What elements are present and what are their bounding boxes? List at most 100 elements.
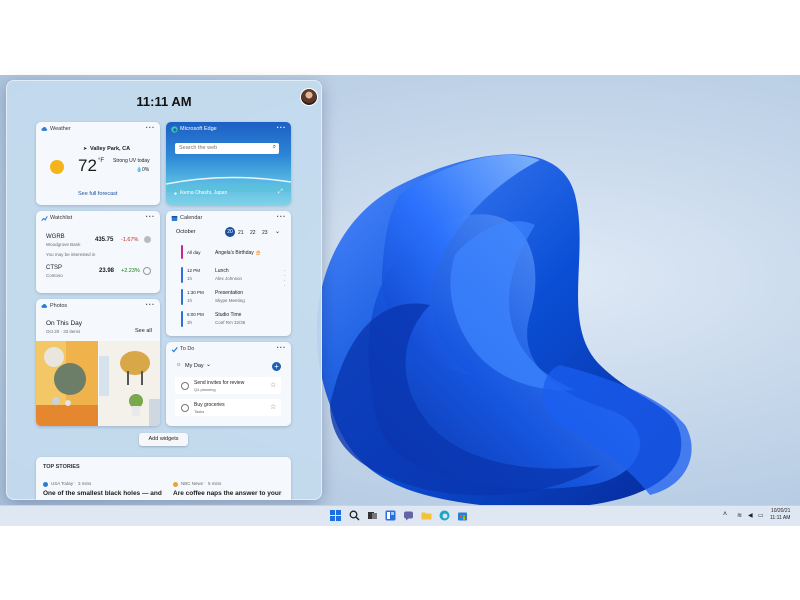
stock-change: -1.67% bbox=[121, 237, 139, 243]
weather-card[interactable]: Weather ··· ➤ Valley Park, CA 72 °F Stro… bbox=[36, 122, 160, 205]
edge-search-input[interactable]: Search the web bbox=[179, 145, 217, 151]
watchlist-note: You may be interested in bbox=[46, 252, 96, 257]
calendar-more-button[interactable]: ··· bbox=[277, 212, 287, 221]
top-stories-card[interactable]: TOP STORIES USA Today · 3 mins One of th… bbox=[36, 457, 291, 500]
taskbar-clock[interactable]: 10/20/21 11:11 AM bbox=[770, 508, 790, 522]
task-subtitle: Tasks bbox=[194, 409, 205, 414]
todo-card[interactable]: To Do ··· ☼ My Day ⌄ + Send invites for … bbox=[166, 342, 291, 426]
edge-icon bbox=[171, 126, 178, 133]
star-icon[interactable]: ☆ bbox=[270, 403, 276, 411]
edge-icon[interactable] bbox=[439, 510, 450, 521]
chevron-up-icon[interactable]: ˄ bbox=[723, 511, 727, 518]
task-view-icon[interactable] bbox=[367, 510, 378, 521]
news-headline[interactable]: Are coffee naps the answer to your bbox=[173, 490, 281, 497]
event-title[interactable]: Angela's Birthday 🎂 bbox=[215, 250, 261, 256]
task-checkbox[interactable] bbox=[181, 382, 189, 390]
star-icon[interactable]: ☆ bbox=[270, 381, 276, 389]
photo-thumbnail[interactable] bbox=[36, 341, 98, 426]
event-title[interactable]: Presentation bbox=[215, 290, 243, 296]
add-stock-icon[interactable] bbox=[143, 267, 151, 275]
cloud-icon bbox=[41, 127, 48, 131]
weather-temperature: 72 bbox=[78, 156, 97, 175]
taskbar-date: 10/20/21 bbox=[770, 508, 791, 514]
calendar-title: Calendar bbox=[180, 215, 203, 221]
stock-company: Woodgrove Bank bbox=[46, 242, 81, 247]
widgets-panel: 11:11 AM Weather ··· ➤ Valley Park, CA 7… bbox=[6, 80, 322, 500]
battery-icon[interactable]: ▭ bbox=[758, 512, 764, 519]
edge-image-caption: Ikema Ohashi, Japan bbox=[180, 190, 228, 196]
edge-more-button[interactable]: ··· bbox=[277, 123, 287, 132]
location-pin-icon: ➤ bbox=[83, 146, 88, 152]
calendar-date[interactable]: 22 bbox=[250, 230, 256, 236]
photo-thumbnail[interactable] bbox=[99, 341, 160, 426]
stock-price: 23.98 bbox=[99, 268, 115, 274]
stock-symbol: CTSP bbox=[46, 265, 63, 271]
todo-more-button[interactable]: ··· bbox=[277, 343, 287, 352]
search-icon[interactable] bbox=[349, 510, 360, 521]
todo-list-name[interactable]: My Day bbox=[185, 363, 204, 369]
edge-search-box[interactable]: Search the web ⌕ bbox=[175, 143, 279, 154]
task-title: Send invites for review bbox=[194, 380, 245, 386]
weather-location: Valley Park, CA bbox=[90, 146, 131, 152]
weather-precip: 0% bbox=[142, 167, 150, 173]
task-item[interactable]: Buy groceries Tasks ☆ bbox=[175, 399, 281, 416]
edge-card[interactable]: Microsoft Edge ··· Search the web ⌕ ● Ik… bbox=[166, 122, 291, 205]
file-explorer-icon[interactable] bbox=[421, 510, 432, 521]
calendar-card[interactable]: Calendar ··· October 20 21 22 23 ⌄ All d… bbox=[166, 211, 291, 336]
event-color-bar bbox=[181, 267, 183, 283]
news-headline[interactable]: One of the smallest black holes — and bbox=[43, 490, 162, 497]
calendar-icon bbox=[171, 216, 178, 221]
chevron-down-icon[interactable]: ⌄ bbox=[206, 361, 211, 368]
weather-condition: Strong UV today bbox=[113, 158, 150, 164]
weather-more-button[interactable]: ··· bbox=[146, 123, 156, 132]
watchlist-more-button[interactable]: ··· bbox=[146, 212, 156, 221]
user-avatar[interactable] bbox=[300, 88, 318, 106]
event-color-bar bbox=[181, 289, 183, 305]
watchlist-card[interactable]: Watchlist ··· WGRB Woodgrove Bank 435.75… bbox=[36, 211, 160, 293]
widgets-icon[interactable] bbox=[385, 510, 396, 521]
calendar-date-selected[interactable]: 20 bbox=[225, 227, 235, 237]
checkmark-icon bbox=[171, 346, 178, 353]
calendar-date[interactable]: 21 bbox=[238, 230, 244, 236]
add-widgets-button[interactable]: Add widgets bbox=[139, 433, 188, 446]
stock-change: +2.23% bbox=[121, 268, 140, 274]
event-title[interactable]: Lunch bbox=[215, 268, 229, 274]
photos-heading: On This Day bbox=[46, 320, 83, 327]
event-subtitle: Conf Rm 32/35 bbox=[215, 320, 246, 325]
event-duration: 1h bbox=[187, 276, 193, 281]
edge-title: Microsoft Edge bbox=[180, 126, 217, 132]
taskbar: ˄ ≋ ◀ ▭ 10/20/21 11:11 AM bbox=[0, 505, 800, 526]
see-full-forecast-link[interactable]: See full forecast bbox=[78, 191, 117, 197]
calendar-date[interactable]: 23 bbox=[262, 230, 268, 236]
event-title[interactable]: Studio Time bbox=[215, 312, 241, 318]
expand-icon[interactable]: ⤢ bbox=[278, 189, 283, 196]
task-item[interactable]: Send invites for review Q4 planning ☆ bbox=[175, 377, 281, 394]
watchlist-title: Watchlist bbox=[50, 215, 73, 221]
event-subtitle: Skype Meeting bbox=[215, 298, 245, 303]
task-subtitle: Q4 planning bbox=[194, 387, 216, 392]
wifi-icon[interactable]: ≋ bbox=[737, 512, 742, 519]
stock-company: Contoso bbox=[46, 273, 63, 278]
photos-cloud-icon bbox=[41, 304, 48, 308]
stock-chart-icon bbox=[41, 216, 48, 221]
volume-icon[interactable]: ◀ bbox=[748, 512, 753, 519]
chat-icon[interactable] bbox=[403, 510, 414, 521]
see-all-link[interactable]: See all bbox=[135, 328, 152, 334]
news-source: NBC News bbox=[181, 481, 204, 486]
calendar-month: October bbox=[176, 229, 196, 235]
location-pin-icon: ● bbox=[174, 191, 178, 197]
stock-symbol: WGRB bbox=[46, 234, 65, 240]
store-icon[interactable] bbox=[457, 510, 468, 521]
task-title: Buy groceries bbox=[194, 402, 225, 408]
scroll-dots-icon: · · · · bbox=[284, 268, 286, 289]
photos-card[interactable]: Photos ··· On This Day Oct 20 · 33 items… bbox=[36, 299, 160, 426]
task-checkbox[interactable] bbox=[181, 404, 189, 412]
event-time: 12 PM bbox=[187, 268, 201, 273]
start-icon[interactable] bbox=[330, 510, 341, 521]
photos-more-button[interactable]: ··· bbox=[146, 300, 156, 309]
news-source: USA Today bbox=[51, 481, 74, 486]
event-color-bar bbox=[181, 311, 183, 327]
panel-clock: 11:11 AM bbox=[136, 94, 192, 109]
chevron-down-icon[interactable]: ⌄ bbox=[275, 228, 280, 235]
add-task-button[interactable]: + bbox=[272, 362, 281, 371]
